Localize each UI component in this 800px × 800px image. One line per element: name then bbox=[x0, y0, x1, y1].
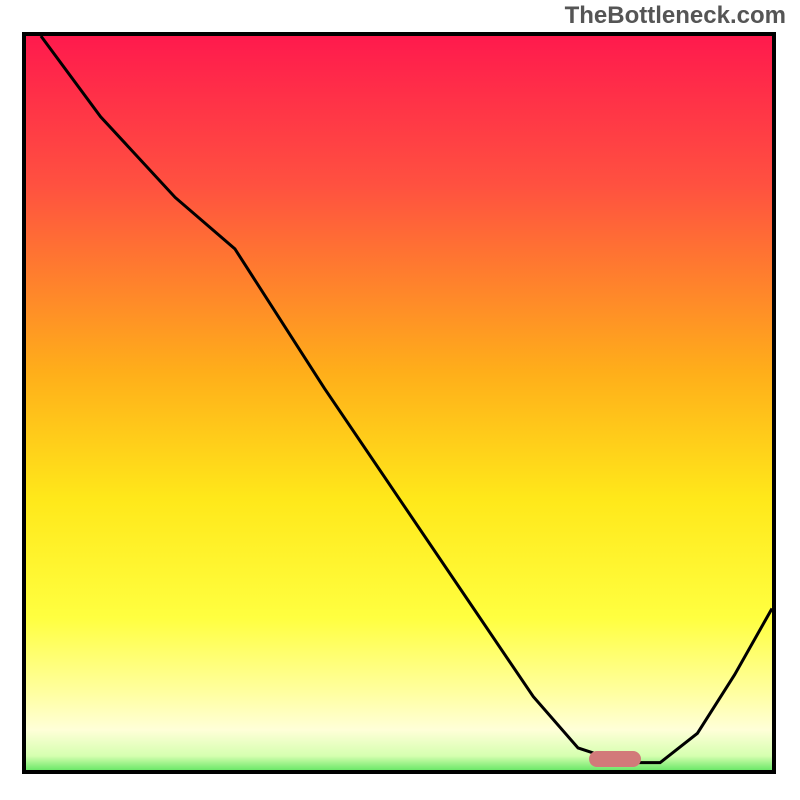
chart-container: TheBottleneck.com bbox=[0, 0, 800, 800]
plot-frame bbox=[22, 32, 776, 774]
optimal-marker bbox=[589, 751, 641, 767]
watermark-text: TheBottleneck.com bbox=[565, 2, 786, 30]
curve-line bbox=[26, 36, 772, 770]
